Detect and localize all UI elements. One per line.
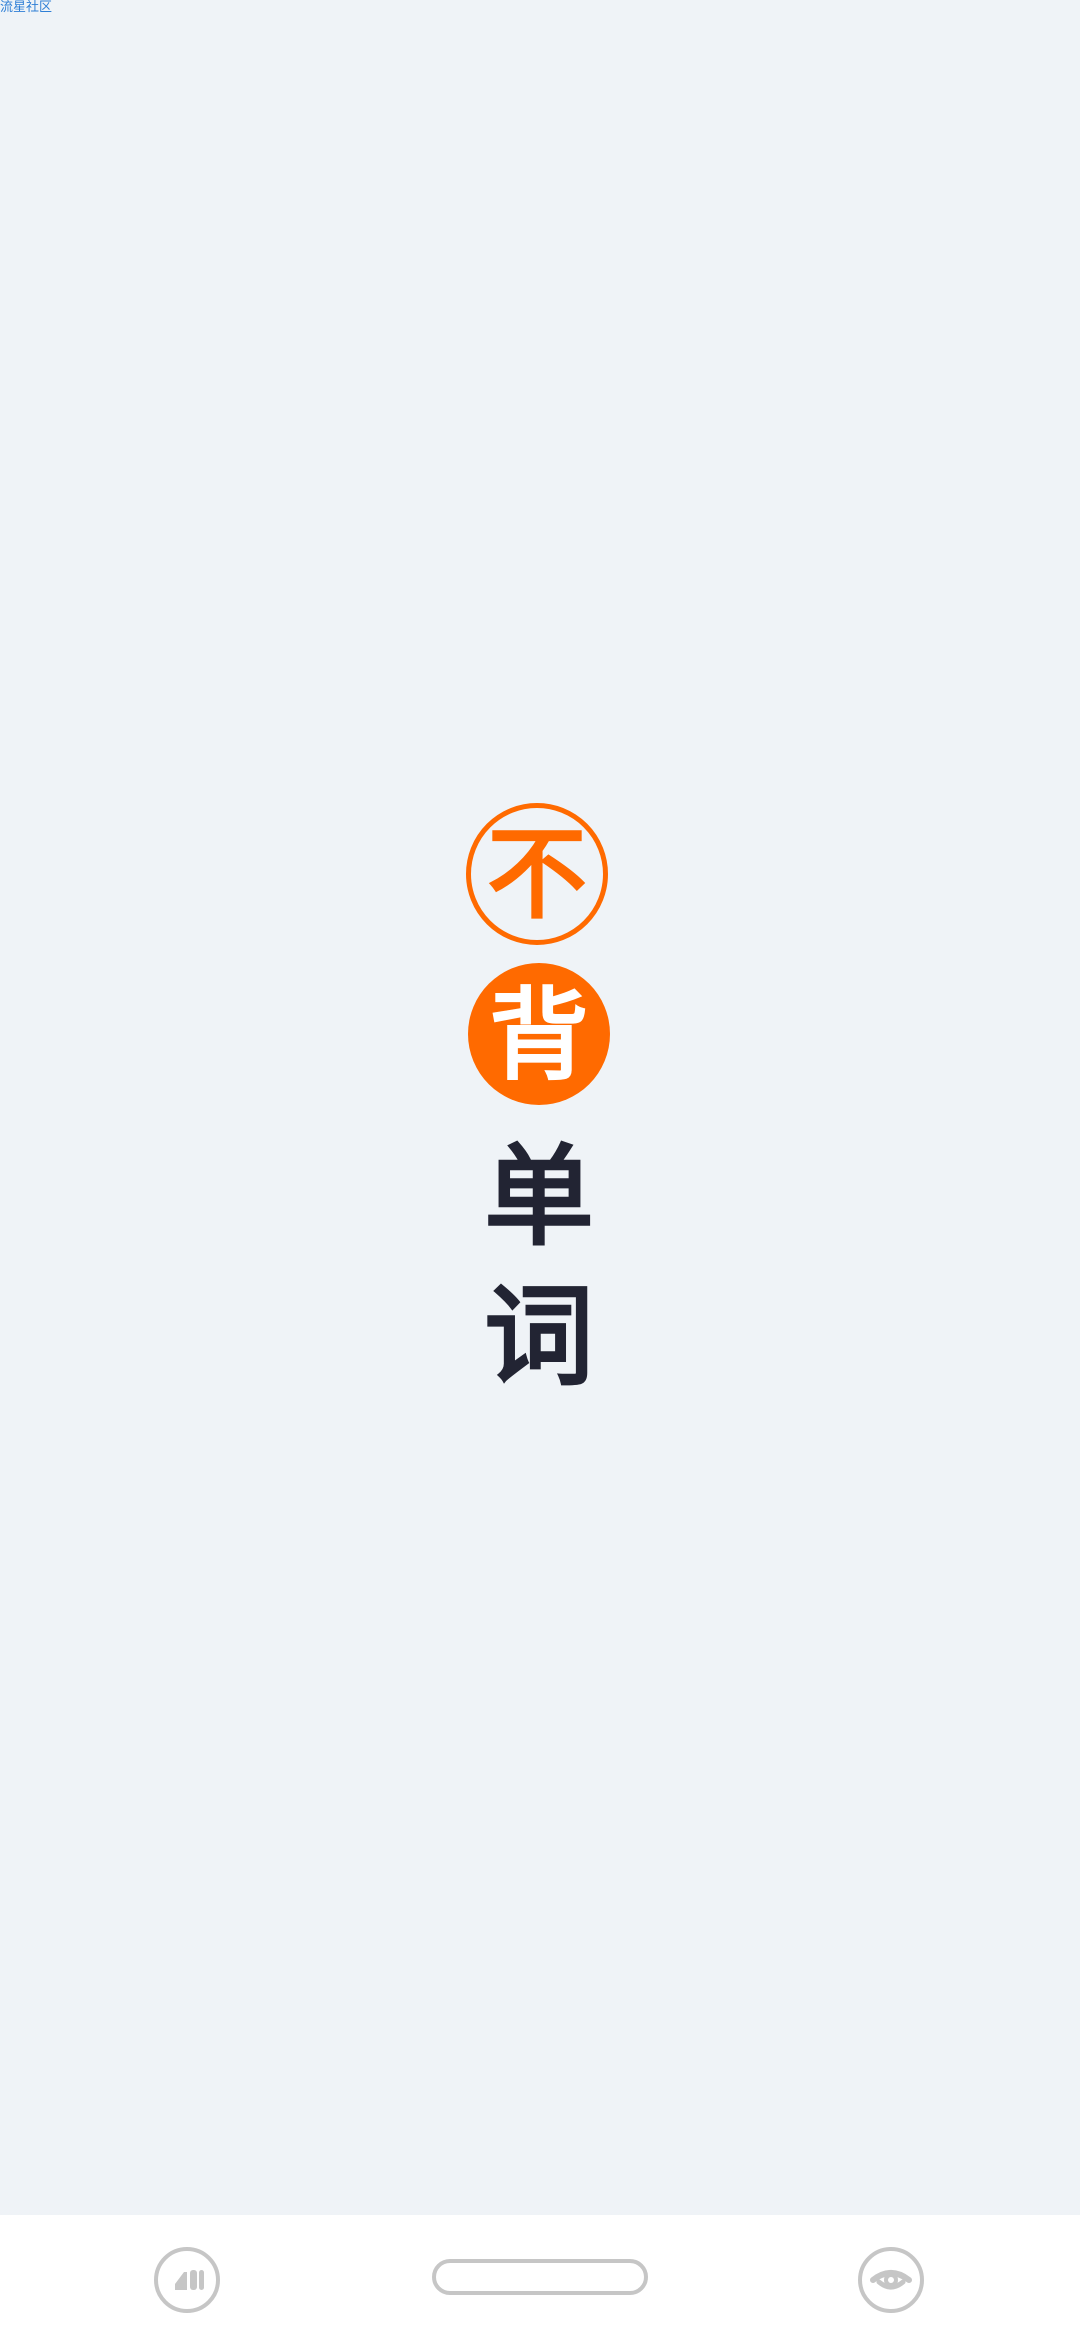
home-pill-button[interactable] <box>432 2259 648 2295</box>
eye-button[interactable] <box>858 2247 924 2313</box>
splash-screen: 不 背 单 词 <box>0 0 1080 2215</box>
logo-circle-outline: 不 <box>466 803 608 945</box>
logo-circle-filled: 背 <box>468 963 610 1105</box>
logo-char-bu: 不 <box>487 816 587 933</box>
logo-char-dan: 单 <box>484 1133 594 1261</box>
eye-icon <box>870 2270 912 2290</box>
split-screen-button[interactable] <box>154 2247 220 2313</box>
system-navigation-bar <box>0 2215 1080 2340</box>
split-screen-icon <box>175 2270 204 2290</box>
logo-char-ci: 词 <box>484 1273 594 1401</box>
logo-char-bei: 背 <box>489 977 589 1094</box>
